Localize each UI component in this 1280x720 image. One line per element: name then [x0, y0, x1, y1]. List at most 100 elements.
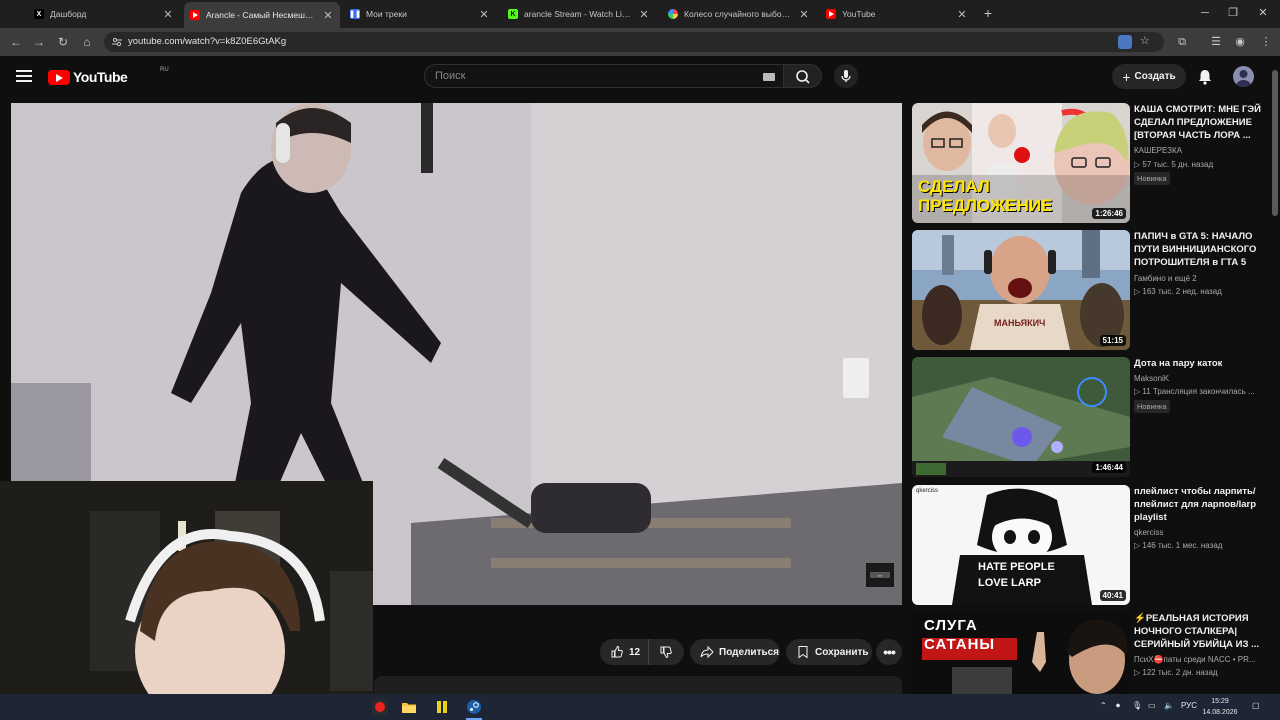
recommendation-item[interactable]: СДЕЛАЛ ПРЕДЛОЖЕНИЕ 1:26:46 КАША СМОТРИТ:… [912, 103, 1272, 223]
home-button[interactable]: ⌂ [79, 34, 95, 50]
address-bar[interactable]: youtube.com/watch?v=k8Z0E6GtAKg ☆ [104, 32, 1164, 52]
video-thumbnail[interactable]: МАНЬЯКИЧ 51:15 [912, 230, 1130, 350]
youtube-logo[interactable]: YouTube RU [48, 67, 169, 85]
channel-name[interactable]: Гамбино и ещё 2 [1134, 274, 1197, 283]
dislike-button[interactable] [648, 639, 684, 665]
close-window-button[interactable]: ✕ [1254, 5, 1272, 21]
save-button[interactable]: Сохранить [786, 639, 872, 665]
video-thumbnail[interactable]: 1:46:44 [912, 357, 1130, 477]
system-clock[interactable]: 15:29 14.08.2026 [1200, 696, 1240, 718]
keyboard-icon[interactable] [763, 73, 775, 81]
site-info-icon[interactable] [112, 37, 122, 47]
network-icon[interactable]: ▭ [1148, 701, 1156, 710]
browser-toolbar: ← → ↻ ⌂ youtube.com/watch?v=k8Z0E6GtAKg … [0, 28, 1280, 56]
youtube-favicon-icon [826, 9, 836, 19]
svg-text:▪▪▪: ▪▪▪ [878, 573, 883, 578]
description-box[interactable] [374, 676, 902, 694]
tab-youtube-video[interactable]: Arancle - Самый Несмешной ✕ [184, 2, 340, 28]
create-button[interactable]: + Создать [1112, 64, 1186, 89]
extensions-icon[interactable]: ⧉ [1174, 34, 1190, 50]
app-icon-yellow[interactable] [434, 699, 450, 715]
thumbnail-channel-tag: qkerciss [916, 488, 939, 494]
thumbnail-caption: МАНЬЯКИЧ [994, 318, 1046, 328]
streamer-webcam [0, 481, 373, 720]
notifications-icon[interactable]: ▢ [1252, 701, 1260, 710]
video-title[interactable]: КАША СМОТРИТ: МНЕ ГЭЙ СДЕЛАЛ ПРЕДЛОЖЕНИЕ… [1134, 103, 1262, 142]
account-avatar[interactable] [1233, 66, 1254, 87]
menu-icon[interactable] [16, 70, 32, 84]
thumbs-up-icon [611, 645, 623, 658]
translate-icon[interactable] [1118, 35, 1132, 49]
url-text: youtube.com/watch?v=k8Z0E6GtAKg [128, 36, 287, 47]
steam-icon[interactable] [466, 699, 482, 715]
video-title[interactable]: ПАПИЧ в GTA 5: НАЧАЛО ПУТИ ВИННИЦИАНСКОГ… [1134, 230, 1262, 269]
forward-button[interactable]: → [31, 34, 47, 50]
close-tab-icon[interactable]: ✕ [798, 8, 810, 21]
video-meta: ▷ 146 тыс. 1 мес. назад [1134, 541, 1223, 550]
tab-wheel[interactable]: Колесо случайного выбора – ✕ [662, 4, 816, 24]
close-tab-icon[interactable]: ✕ [478, 8, 490, 21]
search-input[interactable] [435, 69, 735, 83]
video-title[interactable]: Дота на пару каток [1134, 357, 1262, 370]
pause-app-icon: ❚❚ [349, 9, 361, 19]
recommendation-item[interactable]: qkerciss HATE PEOPLE LOVE LARP 40:41 пле… [912, 485, 1272, 605]
bookmark-star-icon[interactable]: ☆ [1140, 34, 1150, 47]
reload-button[interactable]: ↻ [55, 34, 71, 50]
tab-kick-stream[interactable]: K arancle Stream - Watch Live on ✕ [502, 4, 656, 24]
share-button[interactable]: Поделиться [690, 639, 780, 665]
recommendation-item[interactable]: МАНЬЯКИЧ 51:15 ПАПИЧ в GTA 5: НАЧАЛО ПУТ… [912, 230, 1272, 350]
scrollbar-thumb[interactable] [1272, 70, 1278, 216]
search-button[interactable] [784, 64, 822, 88]
browser-menu-icon[interactable]: ⋮ [1258, 34, 1274, 50]
thumbnail-caption: СДЕЛАЛ ПРЕДЛОЖЕНИЕ [918, 177, 1053, 215]
recording-app-icon[interactable] [372, 699, 388, 715]
close-tab-icon[interactable]: ✕ [322, 9, 334, 22]
voice-search-button[interactable] [834, 64, 858, 88]
close-tab-icon[interactable]: ✕ [638, 8, 650, 21]
close-tab-icon[interactable]: ✕ [162, 8, 174, 21]
reading-list-icon[interactable]: ☰ [1208, 34, 1224, 50]
page-scrollbar[interactable] [1270, 56, 1280, 696]
recommendation-item[interactable]: СЛУГА САТАНЫ ⚡РЕАЛЬНАЯ ИСТОРИЯ НОЧНОГО С… [912, 612, 1272, 694]
notifications-bell-icon[interactable] [1196, 68, 1214, 86]
youtube-header: YouTube RU + Создать [0, 56, 1270, 98]
video-thumbnail[interactable]: СДЕЛАЛ ПРЕДЛОЖЕНИЕ 1:26:46 [912, 103, 1130, 223]
channel-name[interactable]: MaksoniK [1134, 374, 1169, 383]
volume-icon[interactable]: 🔈 [1164, 701, 1174, 710]
youtube-play-icon [48, 69, 70, 85]
microphone-icon [841, 70, 851, 82]
youtube-favicon-icon [190, 10, 200, 20]
new-tab-button[interactable]: + [980, 5, 996, 21]
keyboard-language[interactable]: РУС [1181, 701, 1197, 710]
tab-my-tracks[interactable]: ❚❚ Мои треки ✕ [344, 4, 496, 24]
minimize-button[interactable]: ─ [1196, 5, 1214, 21]
tray-app-icon[interactable]: ⏺ [1116, 701, 1120, 711]
search-box [424, 64, 784, 88]
like-button[interactable]: 12 [600, 639, 648, 665]
maximize-button[interactable]: ❐ [1224, 5, 1242, 21]
video-title[interactable]: ⚡РЕАЛЬНАЯ ИСТОРИЯ НОЧНОГО СТАЛКЕРА| СЕРИ… [1134, 612, 1262, 651]
tab-youtube[interactable]: YouTube ✕ [820, 4, 974, 24]
x-logo-icon: X [34, 9, 44, 19]
channel-watermark[interactable]: ▪▪▪ [866, 563, 894, 587]
tab-dashboard[interactable]: X Дашборд ✕ [28, 4, 180, 24]
channel-name[interactable]: qkerciss [1134, 528, 1163, 537]
recommendation-item[interactable]: 1:46:44 Дота на пару каток MaksoniK ▷ 11… [912, 357, 1272, 477]
windows-taskbar: ⌃ ⏺ 🎙 ▭ 🔈 РУС 15:29 14.08.2026 ▢ [0, 694, 1280, 720]
channel-name[interactable]: КАШЕРЕЗКА [1134, 146, 1182, 155]
video-meta: ▷ 57 тыс. 5 дн. назад [1134, 160, 1214, 169]
microphone-tray-icon[interactable]: 🎙 [1132, 701, 1142, 710]
channel-name[interactable]: ПсиХ⛔паты среди NACC • PR... [1134, 655, 1256, 664]
new-badge: Новинка [1134, 400, 1170, 413]
profile-icon[interactable]: ◉ [1232, 34, 1248, 50]
file-explorer-icon[interactable] [401, 699, 417, 715]
video-thumbnail[interactable]: qkerciss HATE PEOPLE LOVE LARP 40:41 [912, 485, 1130, 605]
more-actions-button[interactable]: ••• [876, 639, 902, 665]
tray-overflow-icon[interactable]: ⌃ [1100, 701, 1107, 710]
close-tab-icon[interactable]: ✕ [956, 8, 968, 21]
video-thumbnail[interactable]: СЛУГА САТАНЫ [912, 612, 1130, 694]
webcam-image [0, 481, 373, 720]
back-button[interactable]: ← [8, 34, 24, 50]
video-title[interactable]: плейлист чтобы ларпить/ плейлист для лар… [1134, 485, 1262, 524]
thumbnail-caption: СЛУГА САТАНЫ [924, 617, 996, 653]
